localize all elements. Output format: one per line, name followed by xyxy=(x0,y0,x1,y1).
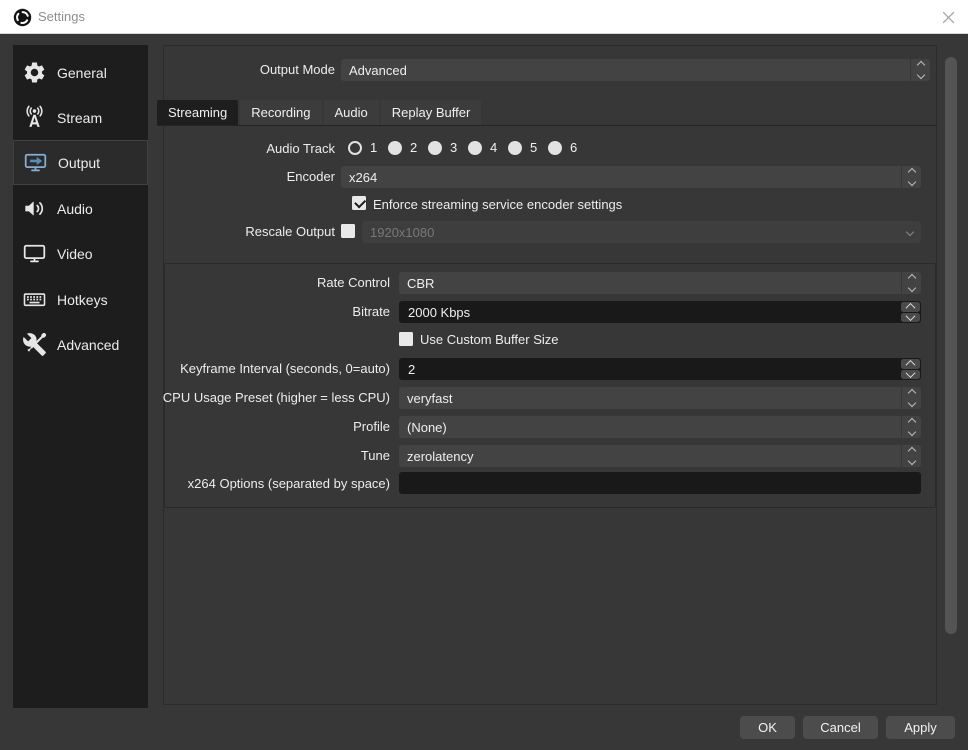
output-mode-value: Advanced xyxy=(349,62,407,78)
sidebar-item-video[interactable]: Video xyxy=(13,231,148,276)
chevron-updown-icon xyxy=(901,387,921,409)
sidebar-item-label: Output xyxy=(58,154,101,171)
broadcast-icon xyxy=(26,105,43,127)
enforce-encoder-checkbox[interactable] xyxy=(352,196,366,210)
audio-track-radios: 1 2 3 4 5 6 xyxy=(348,140,588,155)
tab-replay-buffer[interactable]: Replay Buffer xyxy=(380,100,482,125)
audio-track-option-label[interactable]: 3 xyxy=(450,140,457,155)
encoder-combo[interactable]: x264 xyxy=(341,166,921,188)
rescale-output-checkbox[interactable] xyxy=(341,224,355,238)
audio-track-radio-6[interactable] xyxy=(548,140,562,155)
vertical-scrollbar[interactable] xyxy=(945,57,957,634)
audio-track-option-label[interactable]: 2 xyxy=(410,140,417,155)
keyframe-interval-value: 2 xyxy=(408,361,416,377)
audio-track-option-label[interactable]: 1 xyxy=(370,140,377,155)
profile-label: Profile xyxy=(353,419,390,434)
custom-buffer-label[interactable]: Use Custom Buffer Size xyxy=(420,332,558,348)
tab-streaming[interactable]: Streaming xyxy=(157,100,239,125)
output-icon xyxy=(24,153,47,172)
sidebar-item-stream[interactable]: Stream xyxy=(13,95,148,140)
sidebar-item-label: Hotkeys xyxy=(57,291,108,308)
chevron-updown-icon xyxy=(901,272,921,294)
rescale-output-label: Rescale Output xyxy=(245,224,335,239)
tabbar-underline xyxy=(157,125,937,126)
tab-audio[interactable]: Audio xyxy=(323,100,379,125)
encoder-value: x264 xyxy=(349,169,378,185)
output-tabs: Streaming Recording Audio Replay Buffer xyxy=(157,100,482,125)
obs-logo-icon xyxy=(13,8,32,27)
sidebar-item-label: Video xyxy=(57,245,93,262)
audio-track-option-label[interactable]: 5 xyxy=(530,140,537,155)
profile-value: (None) xyxy=(407,419,447,435)
keyframe-interval-label: Keyframe Interval (seconds, 0=auto) xyxy=(180,361,390,376)
gear-icon xyxy=(24,62,45,83)
rescale-resolution-combo: 1920x1080 xyxy=(362,221,921,243)
tune-combo[interactable]: zerolatency xyxy=(399,445,921,467)
enforce-encoder-label[interactable]: Enforce streaming service encoder settin… xyxy=(373,197,622,213)
cpu-preset-value: veryfast xyxy=(407,390,453,406)
chevron-updown-icon xyxy=(901,166,921,188)
tools-icon xyxy=(23,332,47,356)
titlebar[interactable]: Settings xyxy=(0,0,968,34)
rate-control-combo[interactable]: CBR xyxy=(399,272,921,294)
chevron-updown-icon xyxy=(901,416,921,438)
profile-combo[interactable]: (None) xyxy=(399,416,921,438)
audio-track-radio-4[interactable] xyxy=(468,140,482,155)
cpu-preset-label: CPU Usage Preset (higher = less CPU) xyxy=(162,390,390,405)
close-icon[interactable] xyxy=(940,9,956,25)
sidebar-item-advanced[interactable]: Advanced xyxy=(13,322,148,367)
chevron-down-icon xyxy=(905,227,915,237)
audio-track-radio-5[interactable] xyxy=(508,140,522,155)
sidebar-item-label: Audio xyxy=(57,200,93,217)
encoder-label: Encoder xyxy=(286,169,335,184)
sidebar-item-label: Advanced xyxy=(57,336,120,353)
sidebar-item-output[interactable]: Output xyxy=(13,140,148,185)
sidebar-item-audio[interactable]: Audio xyxy=(13,186,148,231)
sidebar-item-label: Stream xyxy=(57,109,103,126)
audio-track-radio-2[interactable] xyxy=(388,140,402,155)
sidebar-item-label: General xyxy=(57,64,107,81)
keyframe-decrement-button[interactable] xyxy=(901,367,920,379)
chevron-updown-icon xyxy=(901,445,921,467)
keyframe-interval-spinbox[interactable]: 2 xyxy=(399,358,921,380)
speaker-icon xyxy=(25,201,44,216)
audio-track-radio-3[interactable] xyxy=(428,140,442,155)
audio-track-option-label[interactable]: 6 xyxy=(570,140,577,155)
output-mode-label: Output Mode xyxy=(259,62,335,77)
bitrate-label: Bitrate xyxy=(352,304,390,319)
audio-track-option-label[interactable]: 4 xyxy=(490,140,497,155)
custom-buffer-checkbox[interactable] xyxy=(399,332,413,346)
x264-options-label: x264 Options (separated by space) xyxy=(187,476,390,491)
bitrate-decrement-button[interactable] xyxy=(901,310,920,322)
bitrate-increment-button[interactable] xyxy=(901,302,920,314)
cancel-button[interactable]: Cancel xyxy=(803,716,878,739)
keyboard-icon xyxy=(23,293,46,307)
bitrate-spinbox[interactable]: 2000 Kbps xyxy=(399,301,921,323)
rescale-resolution-value: 1920x1080 xyxy=(370,224,435,240)
audio-track-label: Audio Track xyxy=(266,141,335,156)
ok-button[interactable]: OK xyxy=(740,716,795,739)
window-title: Settings xyxy=(38,9,85,24)
monitor-icon xyxy=(23,244,46,263)
tune-label: Tune xyxy=(360,448,390,463)
settings-sidebar: General Stream Output Audio Video Hotkey… xyxy=(13,45,148,708)
chevron-updown-icon xyxy=(910,59,930,81)
rate-control-label: Rate Control xyxy=(317,275,390,290)
bitrate-value: 2000 Kbps xyxy=(408,304,471,320)
output-mode-combo[interactable]: Advanced xyxy=(341,59,930,81)
sidebar-item-general[interactable]: General xyxy=(13,50,148,95)
apply-button[interactable]: Apply xyxy=(886,716,955,739)
x264-options-input[interactable] xyxy=(399,472,921,494)
audio-track-radio-1[interactable] xyxy=(348,140,362,155)
keyframe-increment-button[interactable] xyxy=(901,359,920,371)
tune-value: zerolatency xyxy=(407,448,474,464)
tab-recording[interactable]: Recording xyxy=(240,100,322,125)
rate-control-value: CBR xyxy=(407,275,435,291)
sidebar-item-hotkeys[interactable]: Hotkeys xyxy=(13,277,148,322)
cpu-preset-combo[interactable]: veryfast xyxy=(399,387,921,409)
